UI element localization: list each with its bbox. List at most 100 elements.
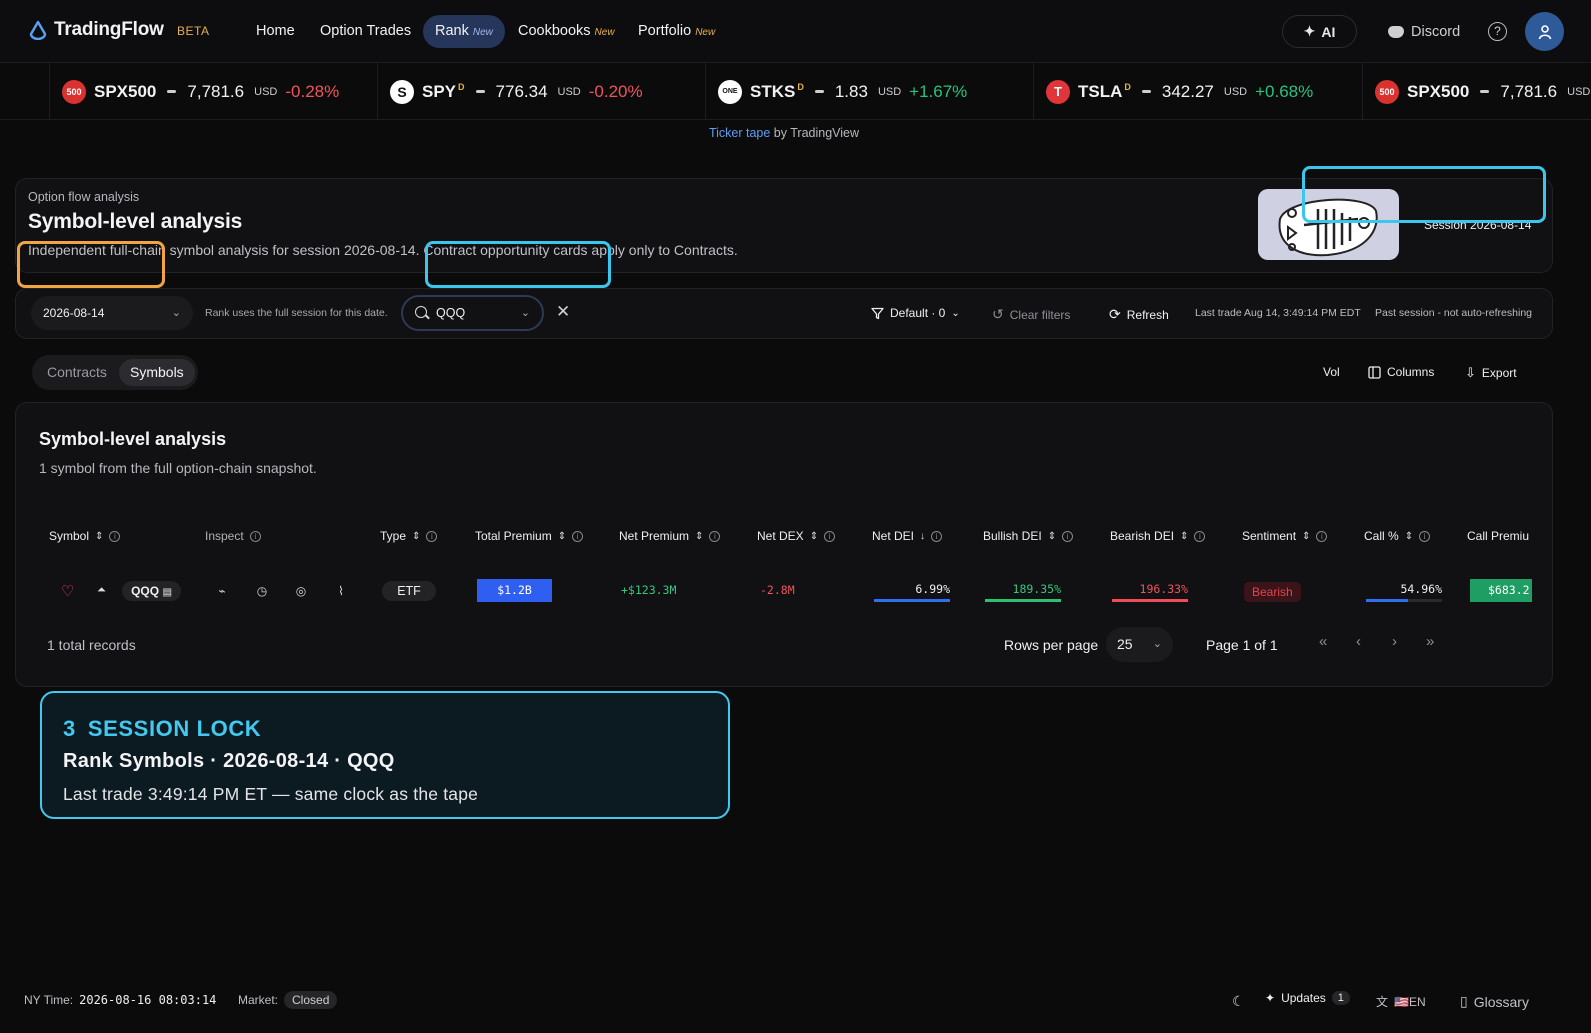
ticker-sup: D [1124,81,1131,92]
next-page-icon[interactable]: › [1392,633,1397,650]
rows-per-page-select[interactable]: 25 ⌄ [1106,627,1173,662]
info-icon[interactable]: i [1316,530,1328,542]
updates-count-badge: 1 [1331,991,1350,1005]
info-icon[interactable]: i [249,530,261,542]
nav-rank[interactable]: Rank New [423,15,505,48]
last-page-icon[interactable]: » [1426,633,1434,650]
spy-logo-icon: S [390,79,414,104]
refresh-label: Refresh [1126,307,1169,322]
vol-toggle[interactable]: Vol [1323,365,1340,379]
ticker-currency: USD [1223,85,1248,98]
clear-filters-button[interactable]: ↺ Clear filters [992,306,1070,323]
ticker-credit-link[interactable]: Ticker tape [709,126,770,140]
table-title: Symbol-level analysis [39,429,227,449]
ticker-symbol: STKS D [750,82,804,102]
shark-icon[interactable]: ⏶ [97,584,106,597]
info-icon[interactable]: i [1419,530,1431,542]
nav-option-trades[interactable]: Option Trades [308,15,423,48]
col-net-premium[interactable]: Net Premium ⇕ i [619,529,721,543]
ny-time-value: 2026-08-16 08:03:14 [79,993,217,1007]
new-tag: New [695,27,716,38]
ticker-item[interactable]: 500 SPX500 7,781.6 USD [1362,63,1591,120]
col-call-pct[interactable]: Call % ⇕ i [1364,529,1431,543]
col-total-premium[interactable]: Total Premium ⇕ i [475,529,584,543]
ticker-symbol-text: TSLA [1078,81,1123,101]
ticker-symbol-text: STKS [750,81,796,101]
nav-home[interactable]: Home [244,15,307,48]
columns-label: Columns [1387,365,1435,379]
ticker-item[interactable]: T TSLA D 342.27 USD +0.68% [1033,63,1362,120]
chart-icon[interactable]: ⌇ [334,584,348,598]
col-symbol[interactable]: Symbol ⇕ i [49,529,121,543]
nav-cookbooks[interactable]: Cookbooks New [506,15,627,48]
ticker-credit: Ticker tape by TradingView [0,126,1568,140]
info-icon[interactable]: i [572,530,584,542]
help-icon[interactable]: ? [1488,22,1507,41]
glossary-button[interactable]: ▯ Glossary [1460,993,1529,1010]
clear-symbol-icon[interactable]: ✕ [556,302,570,322]
rank-note: Rank uses the full session for this date… [205,307,388,319]
info-icon[interactable]: i [426,530,438,542]
ticker-item[interactable]: ONE STKS D 1.83 USD +1.67% [705,63,1033,120]
discord-link[interactable]: Discord [1388,15,1460,48]
ticker-symbol: TSLA D [1078,82,1131,102]
info-icon[interactable]: i [709,530,721,542]
col-bullish-dei[interactable]: Bullish DEI ⇕ i [983,529,1074,543]
ticker-item[interactable]: S SPY D 776.34 USD -0.20% [377,63,705,120]
symbol-pill[interactable]: QQQ ▤ [122,581,181,601]
info-icon[interactable]: i [109,530,121,542]
brand-name: TradingFlow [54,19,164,40]
moon-icon[interactable]: ☾ [1232,993,1245,1010]
tab-contracts[interactable]: Contracts [36,359,118,386]
col-sentiment[interactable]: Sentiment ⇕ i [1242,529,1328,543]
prev-page-icon[interactable]: ‹ [1356,633,1361,650]
col-type[interactable]: Type ⇕ i [380,529,438,543]
session-state-label: Past session - not auto-refreshing [1375,307,1532,319]
col-call-premium[interactable]: Call Premiu [1467,529,1529,543]
ticker-sup: D [797,81,804,92]
callout-heading: 3 SESSION LOCK [63,716,261,742]
nav-portfolio[interactable]: Portfolio New [626,15,727,48]
ticker-price: 7,781.6 [1500,81,1558,101]
col-label: Inspect [205,529,244,543]
info-icon[interactable]: i [824,530,836,542]
info-icon[interactable]: i [1062,530,1074,542]
ai-button[interactable]: ✦ AI [1282,15,1357,48]
symbol-search[interactable]: QQQ ⌄ [401,295,544,331]
ticker-change: -0.28% [285,81,340,101]
info-icon[interactable]: i [931,530,943,542]
discord-icon [1388,25,1404,38]
date-select[interactable]: 2026-08-14 ⌄ [31,296,193,330]
info-icon[interactable]: i [1194,530,1206,542]
nav-home-label: Home [256,23,295,39]
market-status: Market: Closed [238,991,338,1009]
page-title: Symbol-level analysis [28,210,243,233]
bearish-dei-bar [1112,599,1188,602]
col-bearish-dei[interactable]: Bearish DEI ⇕ i [1110,529,1206,543]
activity-icon[interactable]: ⌁ [215,584,229,598]
updates-button[interactable]: ✦ Updates 1 [1265,991,1350,1005]
col-label: Bullish DEI [983,529,1042,543]
col-label: Call % [1364,529,1399,543]
export-button[interactable]: ⇩ Export [1465,365,1517,381]
tab-symbols[interactable]: Symbols [119,359,195,386]
market-badge: Closed [284,991,338,1009]
heart-icon[interactable]: ♡ [61,582,74,600]
brand-logo[interactable]: TradingFlow [28,19,164,41]
sort-icon: ⇕ [1404,530,1414,542]
symbol-value: QQQ [436,306,466,320]
avatar[interactable] [1525,12,1564,51]
col-net-dex[interactable]: Net DEX ⇕ i [757,529,836,543]
nav-option-trades-label: Option Trades [320,23,412,39]
target-icon[interactable]: ◎ [294,584,308,598]
refresh-button[interactable]: ⟳ Refresh [1109,306,1169,323]
callout-line-3: Last trade 3:49:14 PM ET — same clock as… [63,784,479,804]
col-label: Symbol [49,529,90,543]
language-button[interactable]: 文 🇺🇸EN [1376,993,1426,1010]
col-net-dei[interactable]: Net DEI ↓ i [872,529,943,543]
first-page-icon[interactable]: « [1319,633,1327,650]
columns-button[interactable]: Columns [1368,365,1434,379]
history-icon[interactable]: ◷ [255,584,269,598]
preset-filter-button[interactable]: Default · 0 ⌄ [871,306,960,320]
ticker-item[interactable]: 500 SPX500 7,781.6 USD -0.28% [49,63,377,120]
